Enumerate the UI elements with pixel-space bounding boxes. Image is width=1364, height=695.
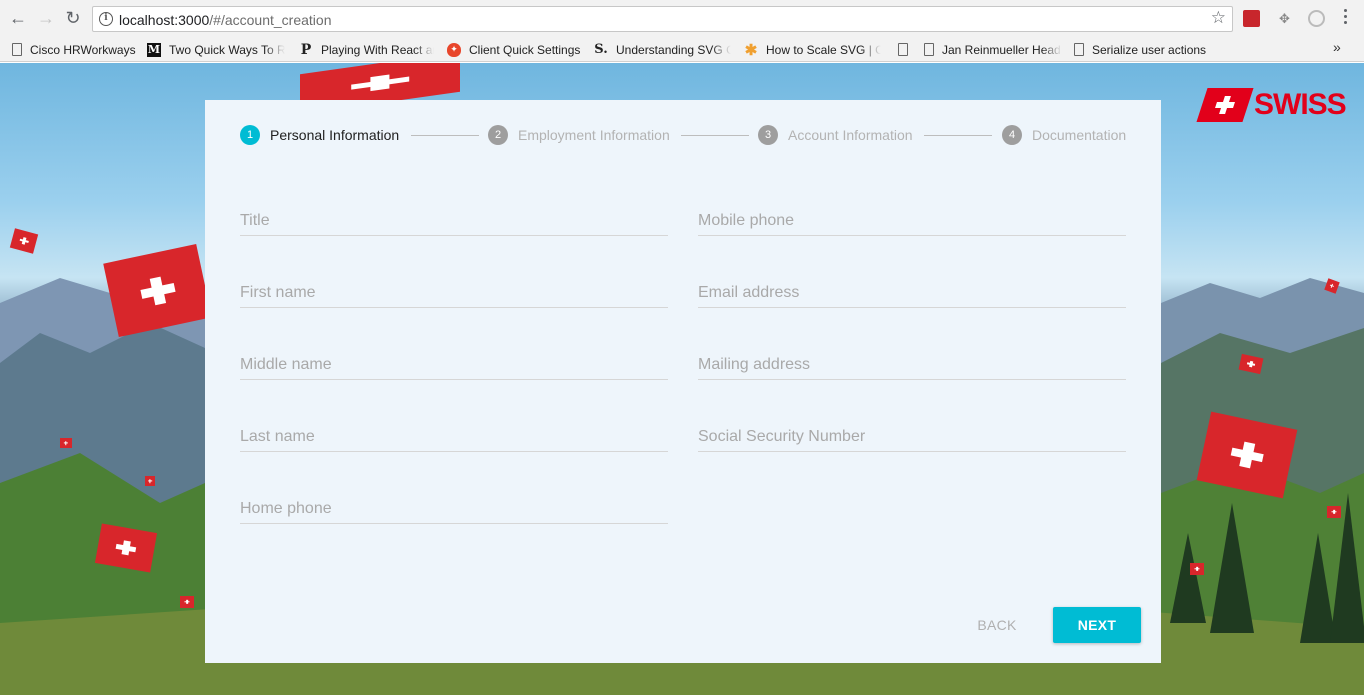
- last-name-input[interactable]: [240, 412, 668, 452]
- bookmark-label: Serialize user actions: [1092, 42, 1207, 57]
- step-label: Personal Information: [270, 127, 400, 143]
- bookmark-item[interactable]: M Two Quick Ways To R: [147, 41, 285, 58]
- extension-icon[interactable]: [1243, 10, 1260, 27]
- swiss-flag: [145, 476, 155, 486]
- mailing-address-field: [698, 340, 1126, 380]
- bookmark-label: Cisco HRWorkways: [30, 42, 136, 57]
- move-extension-icon[interactable]: ✥: [1276, 10, 1293, 27]
- tree: [1210, 503, 1254, 633]
- bookmarks-overflow-icon[interactable]: »: [1333, 39, 1341, 55]
- step-number: 1: [240, 125, 260, 145]
- next-button[interactable]: NEXT: [1053, 607, 1141, 643]
- s-icon: S.: [594, 42, 608, 57]
- home-phone-input[interactable]: [240, 484, 668, 524]
- step-personal-information[interactable]: 1 Personal Information: [240, 125, 399, 145]
- step-connector: [411, 135, 479, 136]
- p-icon: P: [300, 41, 312, 58]
- swiss-logo: SWISS: [1196, 87, 1347, 123]
- shield-icon: ✦: [447, 42, 461, 57]
- step-label: Documentation: [1032, 127, 1127, 143]
- step-account-information[interactable]: 3 Account Information: [758, 125, 913, 145]
- back-arrow-icon[interactable]: ←: [8, 8, 28, 28]
- tree: [1170, 533, 1206, 623]
- swiss-flag: [60, 438, 72, 448]
- swiss-flag: [1327, 506, 1341, 518]
- step-connector: [681, 135, 749, 136]
- circle-extension-icon[interactable]: [1308, 10, 1325, 27]
- mobile-phone-field: [698, 196, 1126, 236]
- info-icon[interactable]: i: [99, 12, 113, 26]
- bookmark-item[interactable]: [896, 41, 916, 58]
- bookmark-item[interactable]: Serialize user actions: [1072, 41, 1212, 58]
- page-icon: [12, 43, 22, 56]
- title-input[interactable]: [240, 196, 668, 236]
- reload-icon[interactable]: ↻: [63, 8, 83, 28]
- step-label: Employment Information: [518, 127, 670, 143]
- last-name-field: [240, 412, 668, 452]
- swiss-flag: [180, 596, 194, 608]
- email-address-input[interactable]: [698, 268, 1126, 308]
- logo-text: SWISS: [1254, 88, 1347, 121]
- mobile-phone-input[interactable]: [698, 196, 1126, 236]
- step-documentation[interactable]: 4 Documentation: [1002, 125, 1126, 145]
- bookmark-item[interactable]: P Playing With React ar: [299, 41, 434, 58]
- middle-name-field: [240, 340, 668, 380]
- bookmark-item[interactable]: Cisco HRWorkways: [10, 41, 138, 58]
- page-icon: [924, 43, 934, 56]
- step-employment-information[interactable]: 2 Employment Information: [488, 125, 670, 145]
- address-bar[interactable]: i localhost:3000/#/account_creation ☆: [92, 6, 1233, 32]
- back-button[interactable]: BACK: [970, 607, 1024, 643]
- middle-name-input[interactable]: [240, 340, 668, 380]
- step-label: Account Information: [788, 127, 913, 143]
- title-field: [240, 196, 668, 236]
- asterisk-icon: ✱: [744, 41, 758, 59]
- bookmarks-bar: Cisco HRWorkways M Two Quick Ways To R PP…: [0, 37, 1364, 62]
- url-path: /#/account_creation: [209, 12, 332, 28]
- page-icon: [1074, 43, 1084, 56]
- step-number: 4: [1002, 125, 1022, 145]
- ssn-field: [698, 412, 1126, 452]
- swiss-flag: [1190, 563, 1204, 575]
- bookmark-star-icon[interactable]: ☆: [1211, 8, 1226, 28]
- step-number: 3: [758, 125, 778, 145]
- step-number: 2: [488, 125, 508, 145]
- mailing-address-input[interactable]: [698, 340, 1126, 380]
- medium-icon: M: [147, 42, 161, 57]
- step-connector: [924, 135, 992, 136]
- page-icon: [898, 43, 908, 56]
- url-text[interactable]: localhost:3000/#/account_creation: [119, 12, 332, 28]
- bookmark-label: Client Quick Settings: [469, 42, 581, 57]
- browser-menu-icon[interactable]: [1344, 9, 1348, 27]
- home-phone-field: [240, 484, 668, 524]
- email-address-field: [698, 268, 1126, 308]
- swiss-cross-icon: [1196, 88, 1254, 122]
- browser-toolbar: ← → ↻ i localhost:3000/#/account_creatio…: [0, 0, 1364, 37]
- ssn-input[interactable]: [698, 412, 1126, 452]
- bookmark-item[interactable]: Jan Reinmueller Head: [922, 41, 1062, 58]
- first-name-input[interactable]: [240, 268, 668, 308]
- bookmark-item[interactable]: S. Understanding SVG C: [594, 41, 731, 58]
- forward-arrow-icon[interactable]: →: [36, 8, 56, 28]
- account-creation-card: [205, 100, 1161, 663]
- url-host: localhost:3000: [119, 12, 210, 28]
- bookmark-item[interactable]: ✦ Client Quick Settings: [447, 41, 585, 58]
- bookmark-item[interactable]: ✱ How to Scale SVG | C: [744, 41, 881, 58]
- first-name-field: [240, 268, 668, 308]
